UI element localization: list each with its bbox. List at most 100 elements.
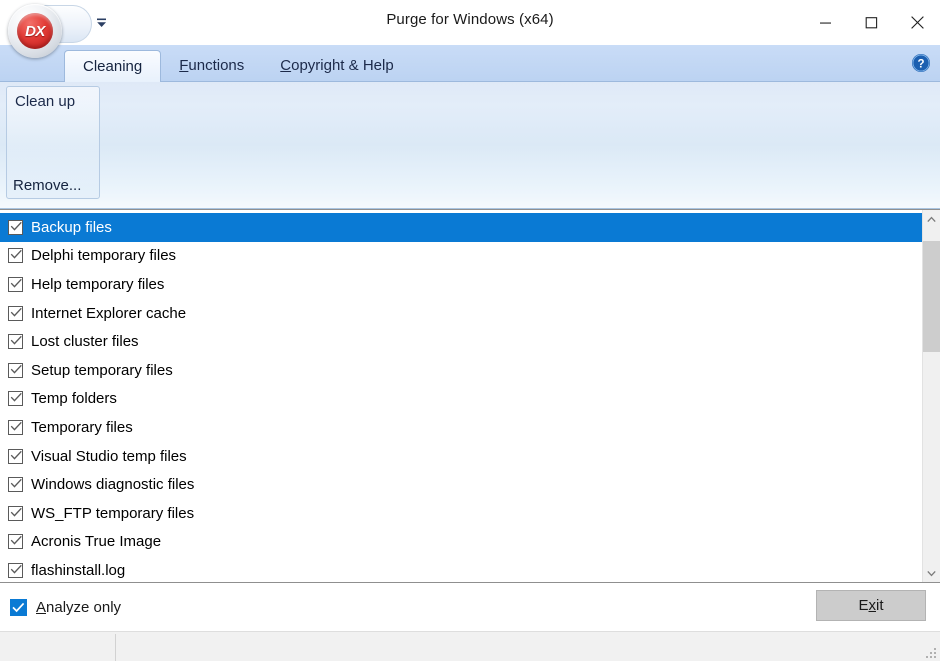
list-item[interactable]: Visual Studio temp files (0, 442, 922, 471)
footer-bar: Analyze only Exit (0, 583, 940, 632)
list-item-checkbox[interactable] (8, 334, 23, 350)
cleaning-items-container: Backup files Delphi temporary files Help t… (0, 210, 922, 582)
app-logo-inner-circle: DX (17, 13, 53, 49)
list-item-label: WS_FTP temporary files (31, 504, 195, 522)
scroll-up-arrow-icon (927, 216, 936, 222)
scroll-down-arrow-icon (927, 570, 936, 576)
list-item[interactable]: Lost cluster files (0, 327, 922, 356)
list-item-label: Backup files (31, 218, 112, 236)
maximize-icon (865, 17, 877, 29)
list-item-checkbox[interactable] (8, 562, 23, 578)
list-item-checkbox[interactable] (8, 248, 23, 264)
list-item-checkbox[interactable] (8, 305, 23, 321)
window-controls (802, 0, 940, 45)
application-menu-button[interactable]: DX (4, 0, 124, 58)
checkmark-icon (10, 250, 22, 259)
list-item-checkbox[interactable] (8, 276, 23, 292)
analyze-only-accel: A (36, 598, 47, 616)
list-item-label: Lost cluster files (31, 333, 139, 351)
maximize-button[interactable] (848, 0, 894, 45)
tab-copyright-rest: opyright & Help (291, 57, 394, 74)
list-scrollbar[interactable] (922, 210, 940, 582)
checkmark-icon (12, 602, 25, 612)
scrollbar-track[interactable] (923, 228, 940, 564)
list-item[interactable]: Windows diagnostic files (0, 470, 922, 499)
cleanup-button[interactable]: Clean up (7, 87, 99, 110)
tab-functions-accel: F (179, 57, 189, 74)
application-window: DX Purge for Windows (x64) Cleaning Func… (0, 0, 940, 661)
list-item-checkbox[interactable] (8, 505, 23, 521)
tab-functions[interactable]: Functions (161, 50, 262, 81)
list-item[interactable]: Backup files (0, 213, 922, 242)
window-title: Purge for Windows (x64) (386, 11, 554, 28)
cleaning-items-list: Backup files Delphi temporary files Help t… (0, 209, 940, 583)
list-item-label: Delphi temporary files (31, 247, 177, 265)
checkmark-icon (10, 421, 22, 431)
checkmark-icon (10, 450, 22, 460)
list-item-label: Windows diagnostic files (31, 476, 195, 494)
list-item-label: Temporary files (31, 418, 133, 436)
minimize-icon (819, 22, 831, 24)
list-item-label: Internet Explorer cache (31, 304, 187, 322)
status-bar (0, 632, 940, 661)
help-question-icon: ? (912, 54, 930, 72)
list-item[interactable]: Delphi temporary files (0, 242, 922, 271)
exit-button-label: Exit (858, 597, 884, 614)
list-item-label: flashinstall.log (31, 561, 126, 579)
analyze-only-rest: nalyze only (46, 598, 122, 616)
list-item-checkbox[interactable] (8, 362, 23, 378)
list-item[interactable]: Help temporary files (0, 270, 922, 299)
help-button[interactable]: ? (911, 53, 931, 73)
checkmark-icon (10, 393, 22, 402)
list-item-label: Acronis True Image (31, 533, 162, 551)
resize-grip-icon[interactable] (922, 644, 936, 658)
list-item[interactable]: WS_FTP temporary files (0, 499, 922, 528)
minimize-button[interactable] (802, 0, 848, 45)
checkmark-icon (10, 336, 22, 345)
checkmark-icon (10, 564, 22, 574)
list-item-checkbox[interactable] (8, 448, 23, 464)
list-item-checkbox[interactable] (8, 419, 23, 435)
list-item[interactable]: Temp folders (0, 385, 922, 414)
tab-functions-rest: unctions (188, 57, 245, 74)
list-item[interactable]: flashinstall.log (0, 556, 922, 582)
list-item-label: Temp folders (31, 390, 117, 408)
tab-cleaning-label: Cleaning (83, 58, 143, 75)
analyze-only-label[interactable]: Analyze only (36, 599, 121, 616)
checkmark-icon (10, 507, 22, 517)
app-logo-text: DX (25, 22, 45, 40)
list-item-label: Setup temporary files (31, 361, 173, 379)
list-item-label: Visual Studio temp files (31, 447, 187, 465)
list-item-checkbox[interactable] (8, 534, 23, 550)
list-item-checkbox[interactable] (8, 219, 23, 235)
list-item-checkbox[interactable] (8, 391, 23, 407)
ribbon-tab-strip: Cleaning Functions Copyright & Help ? (0, 45, 940, 82)
scroll-down-button[interactable] (923, 564, 940, 582)
scroll-up-button[interactable] (923, 210, 940, 228)
tab-copyright-help[interactable]: Copyright & Help (262, 50, 411, 81)
list-item[interactable]: Setup temporary files (0, 356, 922, 385)
svg-text:?: ? (917, 58, 924, 70)
customize-quick-access-toolbar-icon[interactable] (95, 16, 109, 30)
app-orb-logo-icon[interactable]: DX (8, 4, 62, 58)
analyze-only-checkbox[interactable] (10, 598, 27, 616)
list-item-checkbox[interactable] (8, 477, 23, 493)
checkmark-icon (10, 536, 22, 545)
title-bar: DX Purge for Windows (x64) (0, 0, 940, 58)
remove-button[interactable]: Remove... (7, 177, 99, 198)
tab-copyright-accel: C (280, 57, 292, 74)
list-item[interactable]: Internet Explorer cache (0, 299, 922, 328)
checkmark-icon (10, 364, 22, 374)
tab-copyright-help-label: Copyright & Help (280, 57, 393, 74)
checkmark-icon (10, 278, 22, 288)
list-item[interactable]: Acronis True Image (0, 528, 922, 557)
close-icon (910, 16, 924, 29)
ribbon-group-cleanup: Clean up Remove... (6, 86, 100, 199)
exit-button[interactable]: Exit (816, 590, 926, 621)
scrollbar-thumb[interactable] (923, 241, 940, 353)
list-item[interactable]: Temporary files (0, 413, 922, 442)
status-bar-divider (115, 634, 116, 661)
close-button[interactable] (894, 0, 940, 45)
checkmark-icon (10, 478, 22, 488)
checkmark-icon (10, 307, 22, 317)
